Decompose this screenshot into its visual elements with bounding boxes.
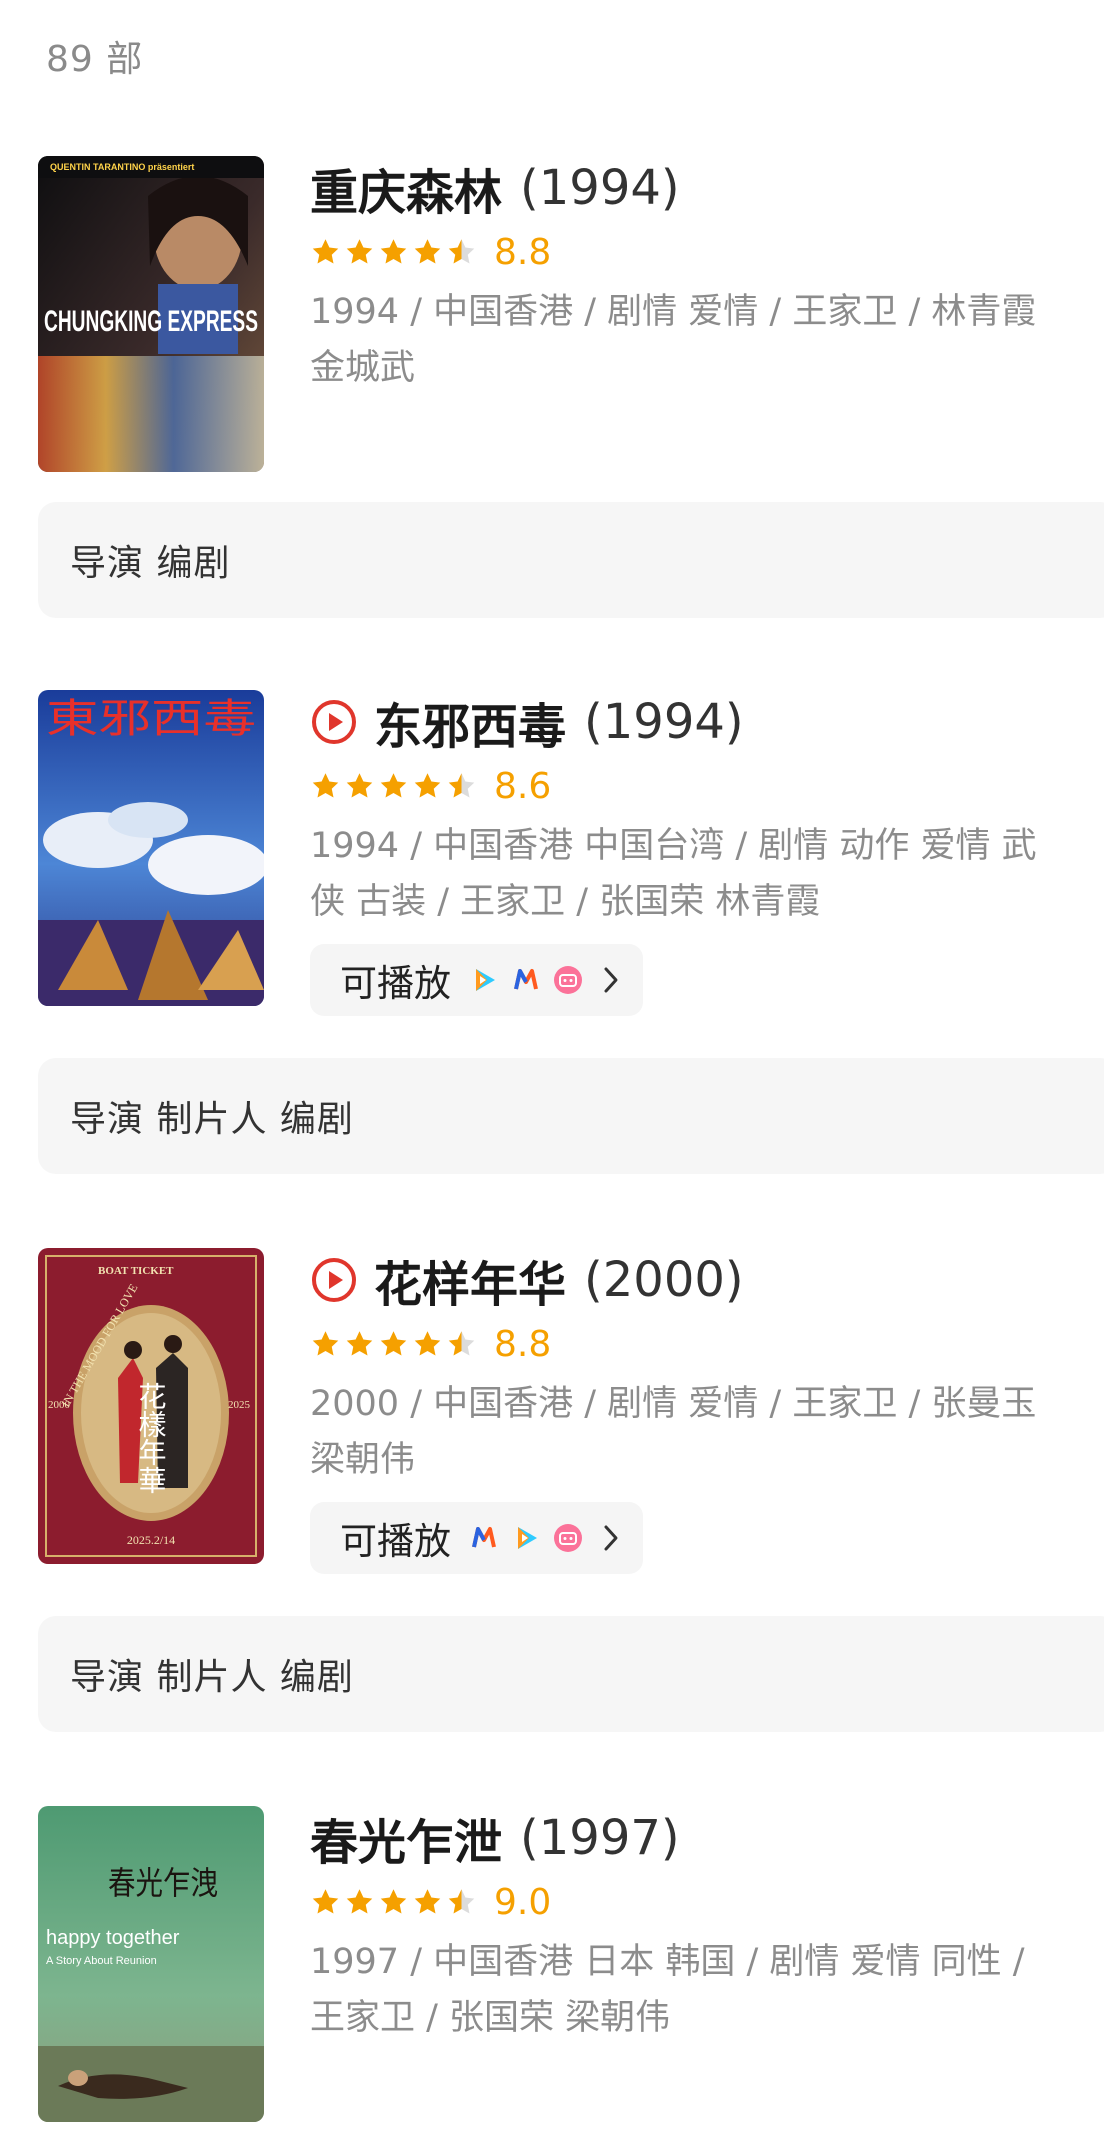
playable-label: 可播放 xyxy=(340,1520,451,1563)
star-full-icon xyxy=(346,773,373,798)
star-full-icon xyxy=(346,1889,373,1914)
movie-list-page: 89 部 QUENTIN TARANTINO präsentiert CHUNG… xyxy=(0,0,1104,2137)
star-full-icon xyxy=(414,773,441,798)
movie-title[interactable]: 花样年华 xyxy=(374,1245,566,1315)
rating-stars xyxy=(310,771,480,801)
movie-year: (1994) xyxy=(520,160,680,216)
roles-label: 导演 编剧 xyxy=(70,543,231,584)
star-half-icon xyxy=(448,239,475,264)
roles-bar: 导演 制片人 编剧 xyxy=(38,1058,1104,1174)
star-full-icon xyxy=(380,239,407,264)
play-circle-icon xyxy=(312,1258,356,1302)
star-half-icon xyxy=(448,773,475,798)
movie-title[interactable]: 春光乍泄 xyxy=(310,1803,502,1873)
movie-meta: 1997 / 中国香港 日本 韩国 / 剧情 爱情 同性 / 王家卫 / 张国荣… xyxy=(310,1942,1025,2038)
movie-info: 春光乍泄 (1997) 9.0 1997 / 中国香港 日本 韩国 / 剧情 爱… xyxy=(310,1806,1104,2046)
movie-year: (2000) xyxy=(584,1252,744,1308)
poster-ashes-of-time: 東邪西毒 xyxy=(38,690,264,1006)
poster-year-left: 2000 xyxy=(48,1399,71,1411)
star-full-icon xyxy=(312,1889,339,1914)
star-full-icon xyxy=(414,1889,441,1914)
star-full-icon xyxy=(414,1331,441,1356)
poster-title-text: 春光乍洩 xyxy=(108,1864,218,1902)
movie-poster[interactable]: BOAT TICKET 花樣年華 IN THE MOOD FOR LOVE 20… xyxy=(38,1248,264,1564)
rating-stars xyxy=(310,237,480,267)
movie-meta: 2000 / 中国香港 / 剧情 爱情 / 王家卫 / 张曼玉 梁朝伟 xyxy=(310,1384,1037,1480)
roles-bar: 导演 制片人 编剧 xyxy=(38,1616,1104,1732)
movie-title[interactable]: 东邪西毒 xyxy=(374,687,566,757)
poster-chungking-express: QUENTIN TARANTINO präsentiert CHUNGKING … xyxy=(38,156,264,472)
chevron-right-icon xyxy=(604,1525,618,1551)
play-circle-icon xyxy=(312,700,356,744)
poster-top-text: BOAT TICKET xyxy=(98,1265,174,1277)
rating-score: 8.8 xyxy=(494,231,552,273)
star-half-icon xyxy=(448,1889,475,1914)
poster-subtitle-text: happy together xyxy=(46,1927,180,1949)
bilibili-icon xyxy=(554,1524,582,1552)
poster-title-text: CHUNGKING EXPRESS xyxy=(44,305,258,338)
chevron-right-icon xyxy=(604,967,618,993)
title-row: 东邪西毒 (1994) xyxy=(310,687,1104,757)
movie-info: 花样年华 (2000) 8.8 2000 / 中国香港 / 剧情 爱情 / 王家… xyxy=(310,1248,1104,1574)
roles-bar: 导演 编剧 xyxy=(38,502,1104,618)
poster-bottom-text: 2025.2/14 xyxy=(127,1533,175,1547)
tencent-video-icon xyxy=(518,1527,537,1549)
rating-row: 9.0 xyxy=(310,1881,1104,1923)
star-half-icon xyxy=(448,1331,475,1356)
mango-tv-icon xyxy=(472,1527,496,1548)
movie-year: (1997) xyxy=(520,1810,680,1866)
movie-meta: 1994 / 中国香港 中国台湾 / 剧情 动作 爱情 武侠 古装 / 王家卫 … xyxy=(310,826,1037,922)
rating-score: 9.0 xyxy=(494,1881,552,1923)
rating-row: 8.6 xyxy=(310,765,1104,807)
poster-year-right: 2025 xyxy=(228,1399,251,1411)
title-row: 春光乍泄 (1997) xyxy=(310,1803,1104,1873)
star-full-icon xyxy=(380,773,407,798)
playable-button[interactable]: 可播放 xyxy=(310,944,643,1016)
result-count: 89 部 xyxy=(46,39,144,80)
movie-poster[interactable]: QUENTIN TARANTINO präsentiert CHUNGKING … xyxy=(38,156,264,472)
star-full-icon xyxy=(346,239,373,264)
star-full-icon xyxy=(380,1889,407,1914)
star-full-icon xyxy=(414,239,441,264)
playable-label: 可播放 xyxy=(340,962,451,1005)
roles-label: 导演 制片人 编剧 xyxy=(70,1657,354,1698)
movie-meta: 1994 / 中国香港 / 剧情 爱情 / 王家卫 / 林青霞 金城武 xyxy=(310,292,1037,388)
poster-tagline-text: A Story About Reunion xyxy=(46,1955,157,1967)
rating-stars xyxy=(310,1329,480,1359)
poster-top-text: QUENTIN TARANTINO präsentiert xyxy=(50,162,194,172)
poster-title-text: 東邪西毒 xyxy=(46,696,256,742)
rating-stars xyxy=(310,1887,480,1917)
tencent-video-icon xyxy=(476,969,495,991)
mango-tv-icon xyxy=(514,969,538,990)
poster-happy-together: 春光乍洩 happy together A Story About Reunio… xyxy=(38,1806,264,2122)
poster-title-text: 花樣年華 xyxy=(135,1382,168,1494)
rating-score: 8.6 xyxy=(494,765,552,807)
movie-year: (1994) xyxy=(584,694,744,750)
rating-row: 8.8 xyxy=(310,1323,1104,1365)
star-full-icon xyxy=(346,1331,373,1356)
rating-score: 8.8 xyxy=(494,1323,552,1365)
movie-info: 重庆森林 (1994) 8.8 1994 / 中国香港 / 剧情 爱情 / 王家… xyxy=(310,156,1104,396)
rating-row: 8.8 xyxy=(310,231,1104,273)
title-row: 花样年华 (2000) xyxy=(310,1245,1104,1315)
movie-poster[interactable]: 春光乍洩 happy together A Story About Reunio… xyxy=(38,1806,264,2122)
star-full-icon xyxy=(380,1331,407,1356)
poster-in-the-mood-for-love: BOAT TICKET 花樣年華 IN THE MOOD FOR LOVE 20… xyxy=(38,1248,264,1564)
roles-label: 导演 制片人 编剧 xyxy=(70,1099,354,1140)
star-full-icon xyxy=(312,239,339,264)
title-row: 重庆森林 (1994) xyxy=(310,153,1104,223)
bilibili-icon xyxy=(554,966,582,994)
movie-title[interactable]: 重庆森林 xyxy=(310,153,502,223)
movie-info: 东邪西毒 (1994) 8.6 1994 / 中国香港 中国台湾 / 剧情 动作… xyxy=(310,690,1104,1016)
star-full-icon xyxy=(312,1331,339,1356)
playable-button[interactable]: 可播放 xyxy=(310,1502,643,1574)
star-full-icon xyxy=(312,773,339,798)
movie-poster[interactable]: 東邪西毒 xyxy=(38,690,264,1006)
